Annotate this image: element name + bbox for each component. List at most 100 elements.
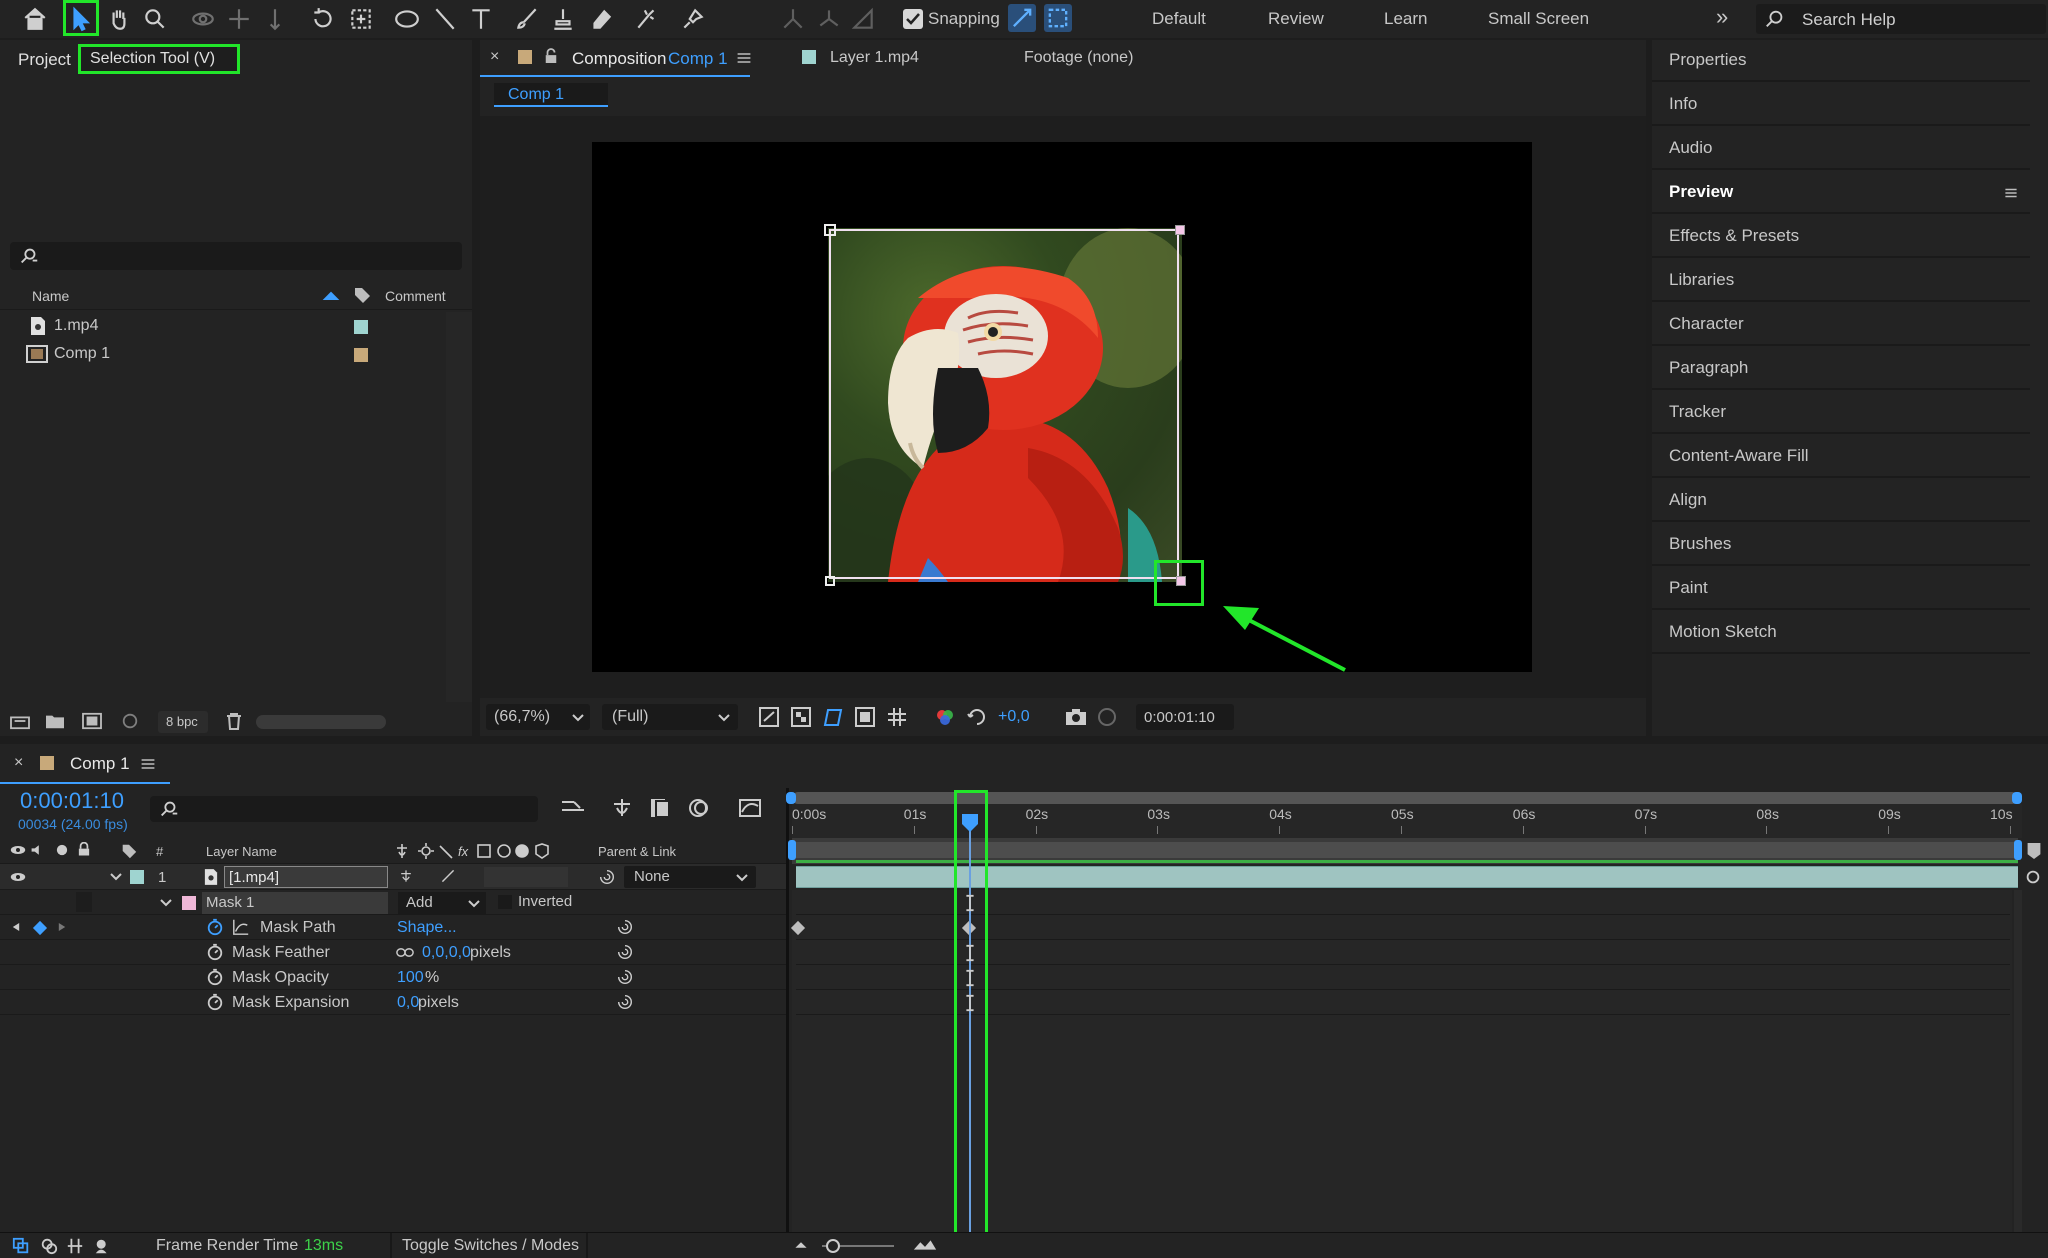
layer-row[interactable]: 1 [1.mp4] None [0,864,786,890]
label-tag-icon[interactable] [120,842,138,860]
color-channels-icon[interactable] [934,706,956,728]
bit-depth-button[interactable]: 8 bpc [158,711,208,733]
composition-flowchart-icon[interactable] [560,796,586,818]
graph-icon[interactable] [232,918,250,936]
graph-editor-icon[interactable] [738,796,762,820]
mask-outline[interactable] [829,229,1179,579]
lock-icon[interactable] [544,48,558,64]
label-tag-icon[interactable] [352,285,372,305]
grid-guides-icon[interactable] [886,706,908,728]
composition-tab-prefix[interactable]: Composition [572,49,667,69]
pick-whip-icon[interactable] [598,868,616,886]
resolution-dropdown[interactable]: (Full) [602,704,738,730]
label-color-swatch[interactable] [354,348,368,362]
prop-value[interactable]: 100 [397,969,424,987]
panel-libraries[interactable]: Libraries [1652,260,2030,302]
workspace-learn[interactable]: Learn [1384,9,1427,29]
project-scrollbar[interactable] [256,715,386,729]
prop-value[interactable]: 0,0 [397,994,419,1012]
comp-breadcrumb[interactable]: Comp 1 [494,83,608,107]
transparency-grid-icon[interactable] [790,706,812,728]
viewer-timecode[interactable]: 0:00:01:10 [1136,704,1234,730]
pick-whip-icon[interactable] [616,993,634,1011]
timeline-tab[interactable]: Comp 1 [70,754,130,774]
panel-content-aware-fill[interactable]: Content-Aware Fill [1652,436,2030,478]
eraser-tool-icon[interactable] [584,2,618,36]
mask-expansion-row[interactable]: Mask Expansion 0,0 pixels [0,990,786,1015]
reset-exposure-icon[interactable] [966,706,988,728]
exposure-value[interactable]: +0,0 [998,708,1030,726]
panel-properties[interactable]: Properties [1652,40,2030,82]
in-out-controls-icon[interactable] [66,1237,84,1255]
pan-behind-icon[interactable] [344,2,378,36]
label-color-swatch[interactable] [130,870,144,884]
comp-range-end[interactable] [2014,840,2022,860]
axis-local-icon[interactable] [812,2,846,36]
new-composition-icon[interactable] [80,712,104,730]
footage-tab[interactable]: Footage (none) [1024,49,1133,67]
composition-tab-name[interactable]: Comp 1 [668,49,728,69]
snap-grid-icon[interactable] [1044,4,1072,32]
panel-menu-icon[interactable] [140,758,156,770]
panel-menu-icon[interactable] [736,52,752,64]
panel-motion-sketch[interactable]: Motion Sketch [1652,612,2030,654]
audio-icon[interactable] [30,843,46,857]
layer-end-icon[interactable] [2024,868,2042,886]
comp-range-start[interactable] [788,840,796,860]
panel-character[interactable]: Character [1652,304,2030,346]
parent-dropdown[interactable]: None [624,866,756,888]
panel-tracker[interactable]: Tracker [1652,392,2030,434]
snap-edges-icon[interactable] [1008,4,1036,32]
work-area-start-handle[interactable] [786,792,796,804]
panel-audio[interactable]: Audio [1652,128,2030,170]
transfer-controls-icon[interactable] [40,1237,58,1255]
constrain-link-icon[interactable] [396,947,414,958]
project-item-row[interactable]: 1.mp4 [0,312,472,340]
zoom-slider-thumb[interactable] [826,1239,840,1253]
close-icon[interactable]: × [490,48,499,66]
home-icon[interactable] [18,2,52,36]
trash-icon[interactable] [224,711,244,731]
project-panel-title[interactable]: Project [18,50,71,70]
prop-value[interactable]: 0,0,0,0 [422,944,471,962]
panel-effects-presets[interactable]: Effects & Presets [1652,216,2030,258]
fast-previews-icon[interactable] [758,706,780,728]
clone-stamp-icon[interactable] [546,2,580,36]
puppet-pin-icon[interactable] [676,2,710,36]
prev-keyframe-icon[interactable] [12,922,20,932]
rotation-tool-icon[interactable] [306,2,340,36]
pick-whip-icon[interactable] [616,918,634,936]
chevron-down-icon[interactable] [110,873,122,881]
orbit-camera-icon[interactable] [186,2,220,36]
motion-blur-icon[interactable] [686,796,710,820]
type-tool-icon[interactable] [464,2,498,36]
switches-icons[interactable]: fx [396,842,576,860]
roto-brush-icon[interactable] [630,2,664,36]
panel-menu-icon[interactable] [2004,187,2018,199]
panel-paragraph[interactable]: Paragraph [1652,348,2030,390]
chevron-down-icon[interactable] [160,899,172,907]
label-color-swatch[interactable] [354,320,368,334]
zoom-dropdown[interactable]: (66,7%) [486,704,590,730]
mask-vertex-top-right[interactable] [1175,225,1185,235]
lock-icon[interactable] [78,842,90,857]
zoom-in-icon[interactable] [912,1238,938,1252]
panel-align[interactable]: Align [1652,480,2030,522]
inverted-checkbox[interactable] [498,895,512,909]
mask-name-field[interactable]: Mask 1 [202,892,388,914]
pan-camera-icon[interactable] [222,2,256,36]
layer-tab[interactable]: Layer 1.mp4 [830,49,919,67]
frame-blending-icon[interactable] [648,796,672,820]
add-keyframe-icon[interactable] [32,920,48,936]
interpret-footage-icon[interactable] [8,712,32,730]
dolly-camera-icon[interactable] [258,2,292,36]
mask-mode-dropdown[interactable]: Add [398,892,486,914]
comp-marker-icon[interactable] [2026,840,2042,862]
timeline-scrollbar[interactable] [2014,890,2022,1232]
mask-vertex-top-left[interactable] [824,224,836,236]
stopwatch-icon[interactable] [206,943,224,961]
new-folder-icon[interactable] [44,712,66,730]
layer-name-field[interactable]: [1.mp4] [224,866,388,888]
zoom-tool-icon[interactable] [138,2,172,36]
panel-paint[interactable]: Paint [1652,568,2030,610]
